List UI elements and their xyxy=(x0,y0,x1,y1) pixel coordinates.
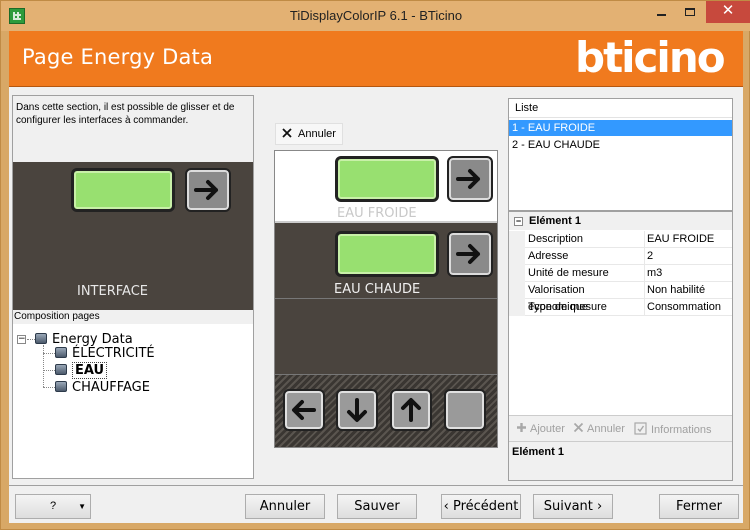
app-window: TiDisplayColorIP 6.1 - BTicino ✕ Page En… xyxy=(0,0,750,530)
maximize-icon xyxy=(685,8,695,16)
minimize-icon xyxy=(656,14,666,16)
page-title: Page Energy Data xyxy=(22,45,214,69)
sauver-button[interactable]: Sauver xyxy=(337,494,417,519)
eau-chaude-screen[interactable] xyxy=(335,231,439,277)
page-header: Page Energy Data bticino xyxy=(9,31,743,87)
left-panel: Dans cette section, il est possible de g… xyxy=(12,95,254,479)
property-value[interactable]: EAU FROIDE xyxy=(644,231,730,248)
center-annuler-label: Annuler xyxy=(298,128,336,140)
page-node-icon xyxy=(55,381,67,392)
page-node-icon xyxy=(55,364,67,375)
minimize-button[interactable] xyxy=(647,1,675,23)
tree-item-label: CHAUFFAGE xyxy=(72,380,150,395)
maximize-button[interactable] xyxy=(676,1,704,23)
composition-pages-label: Composition pages xyxy=(13,310,253,324)
nav-blank-button[interactable] xyxy=(444,389,486,431)
composition-tree: − Energy Data ÉLECTRICITÉ EAU CHAUFFAGE xyxy=(13,324,253,478)
close-icon xyxy=(282,128,292,138)
suivant-button[interactable]: Suivant › xyxy=(533,494,613,519)
bticino-logo: bticino xyxy=(575,33,726,82)
eau-chaude-label: EAU CHAUDE xyxy=(334,282,421,297)
category-label: Elément 1 xyxy=(529,215,581,227)
property-grid: − Elément 1 Description EAU FROIDE Adress… xyxy=(508,211,733,481)
center-annuler-button[interactable]: Annuler xyxy=(281,127,336,140)
tree-item-label: ÉLECTRICITÉ xyxy=(72,346,155,361)
add-label: Ajouter xyxy=(530,423,565,435)
property-value[interactable]: 2 xyxy=(644,248,730,265)
arrow-down-icon xyxy=(347,398,367,422)
arrow-right-icon xyxy=(456,244,480,264)
interface-screen[interactable] xyxy=(71,168,175,212)
info-button[interactable]: Informations xyxy=(634,422,712,436)
page-node-icon xyxy=(55,347,67,358)
info-icon xyxy=(634,422,647,435)
preview-row-eau-chaude[interactable]: EAU CHAUDE xyxy=(275,225,497,299)
property-description: Elément 1 xyxy=(509,441,732,480)
info-label: Informations xyxy=(651,424,712,436)
property-row[interactable]: Adresse 2 xyxy=(509,248,732,265)
fermer-button[interactable]: Fermer xyxy=(659,494,739,519)
nav-left-button[interactable] xyxy=(283,389,325,431)
arrow-right-icon xyxy=(194,180,218,200)
eau-froide-arrow-button[interactable] xyxy=(447,156,493,202)
annuler-button[interactable]: Annuler xyxy=(245,494,325,519)
nav-up-button[interactable] xyxy=(390,389,432,431)
property-row[interactable]: Type de mesure Consommation xyxy=(509,299,732,316)
cancel-button[interactable]: Annuler xyxy=(573,422,625,435)
tree-item-eau[interactable]: EAU xyxy=(55,362,108,379)
help-dropdown-label: ? xyxy=(50,500,57,512)
eau-froide-label: EAU FROIDE xyxy=(337,206,417,221)
help-text: Dans cette section, il est possible de g… xyxy=(13,96,253,162)
property-name: Unité de mesure xyxy=(528,267,609,279)
eau-froide-screen[interactable] xyxy=(335,156,439,202)
property-row[interactable]: Valorisation économique Non habilité xyxy=(509,282,732,313)
page-preview: EAU FROIDE EAU CHAUDE xyxy=(274,150,498,448)
property-name: Adresse xyxy=(528,250,569,262)
category-collapse-toggle[interactable]: − xyxy=(514,217,523,226)
property-name: Type de mesure xyxy=(528,301,607,313)
cancel-label: Annuler xyxy=(587,423,625,435)
close-icon: ✕ xyxy=(721,2,735,19)
interface-preview[interactable]: INTERFACE xyxy=(13,162,253,310)
title-bar: TiDisplayColorIP 6.1 - BTicino ✕ xyxy=(1,1,750,31)
interface-label: INTERFACE xyxy=(77,284,148,299)
property-category[interactable]: − Elément 1 xyxy=(509,212,732,230)
list-header: Liste xyxy=(509,99,732,118)
list-item[interactable]: 2 - EAU CHAUDE xyxy=(509,137,732,153)
property-row[interactable]: Unité de mesure m3 xyxy=(509,265,732,282)
eau-chaude-arrow-button[interactable] xyxy=(447,231,493,277)
navigation-strip xyxy=(275,374,497,447)
page-node-icon xyxy=(35,333,47,344)
tree-item-chauffage[interactable]: CHAUFFAGE xyxy=(55,379,150,396)
property-value[interactable]: m3 xyxy=(644,265,730,282)
client-area: Page Energy Data bticino Dans cette sect… xyxy=(9,31,743,523)
preview-row-eau-froide[interactable]: EAU FROIDE xyxy=(275,151,497,223)
footer-bar: ? ▼ Annuler Sauver ‹ Précédent Suivant ›… xyxy=(9,485,743,523)
property-name: Description xyxy=(528,233,584,245)
tree-collapse-toggle[interactable]: − xyxy=(17,335,26,344)
property-row[interactable]: Description EAU FROIDE xyxy=(509,231,732,248)
property-toolbar: Ajouter Annuler Informations xyxy=(509,415,732,441)
close-button[interactable]: ✕ xyxy=(706,1,750,23)
property-value[interactable]: Consommation xyxy=(644,299,730,316)
add-button[interactable]: Ajouter xyxy=(516,422,565,435)
interface-arrow-button[interactable] xyxy=(185,168,231,212)
window-title: TiDisplayColorIP 6.1 - BTicino xyxy=(289,8,463,23)
close-icon xyxy=(573,422,584,433)
arrow-right-icon xyxy=(456,169,480,189)
help-dropdown[interactable]: ? ▼ xyxy=(15,494,91,519)
chevron-down-icon: ▼ xyxy=(78,502,86,511)
preview-row-empty[interactable] xyxy=(275,300,497,374)
property-value[interactable]: Non habilité xyxy=(644,282,730,299)
precedent-button[interactable]: ‹ Précédent xyxy=(441,494,521,519)
element-list: Liste 1 - EAU FROIDE 2 - EAU CHAUDE xyxy=(508,98,733,211)
arrow-up-icon xyxy=(401,398,421,422)
plus-icon xyxy=(517,423,526,432)
arrow-left-icon xyxy=(292,400,316,420)
tree-item-electricite[interactable]: ÉLECTRICITÉ xyxy=(55,345,155,362)
nav-down-button[interactable] xyxy=(336,389,378,431)
list-item[interactable]: 1 - EAU FROIDE xyxy=(509,120,732,136)
tree-item-label: EAU xyxy=(72,362,108,379)
